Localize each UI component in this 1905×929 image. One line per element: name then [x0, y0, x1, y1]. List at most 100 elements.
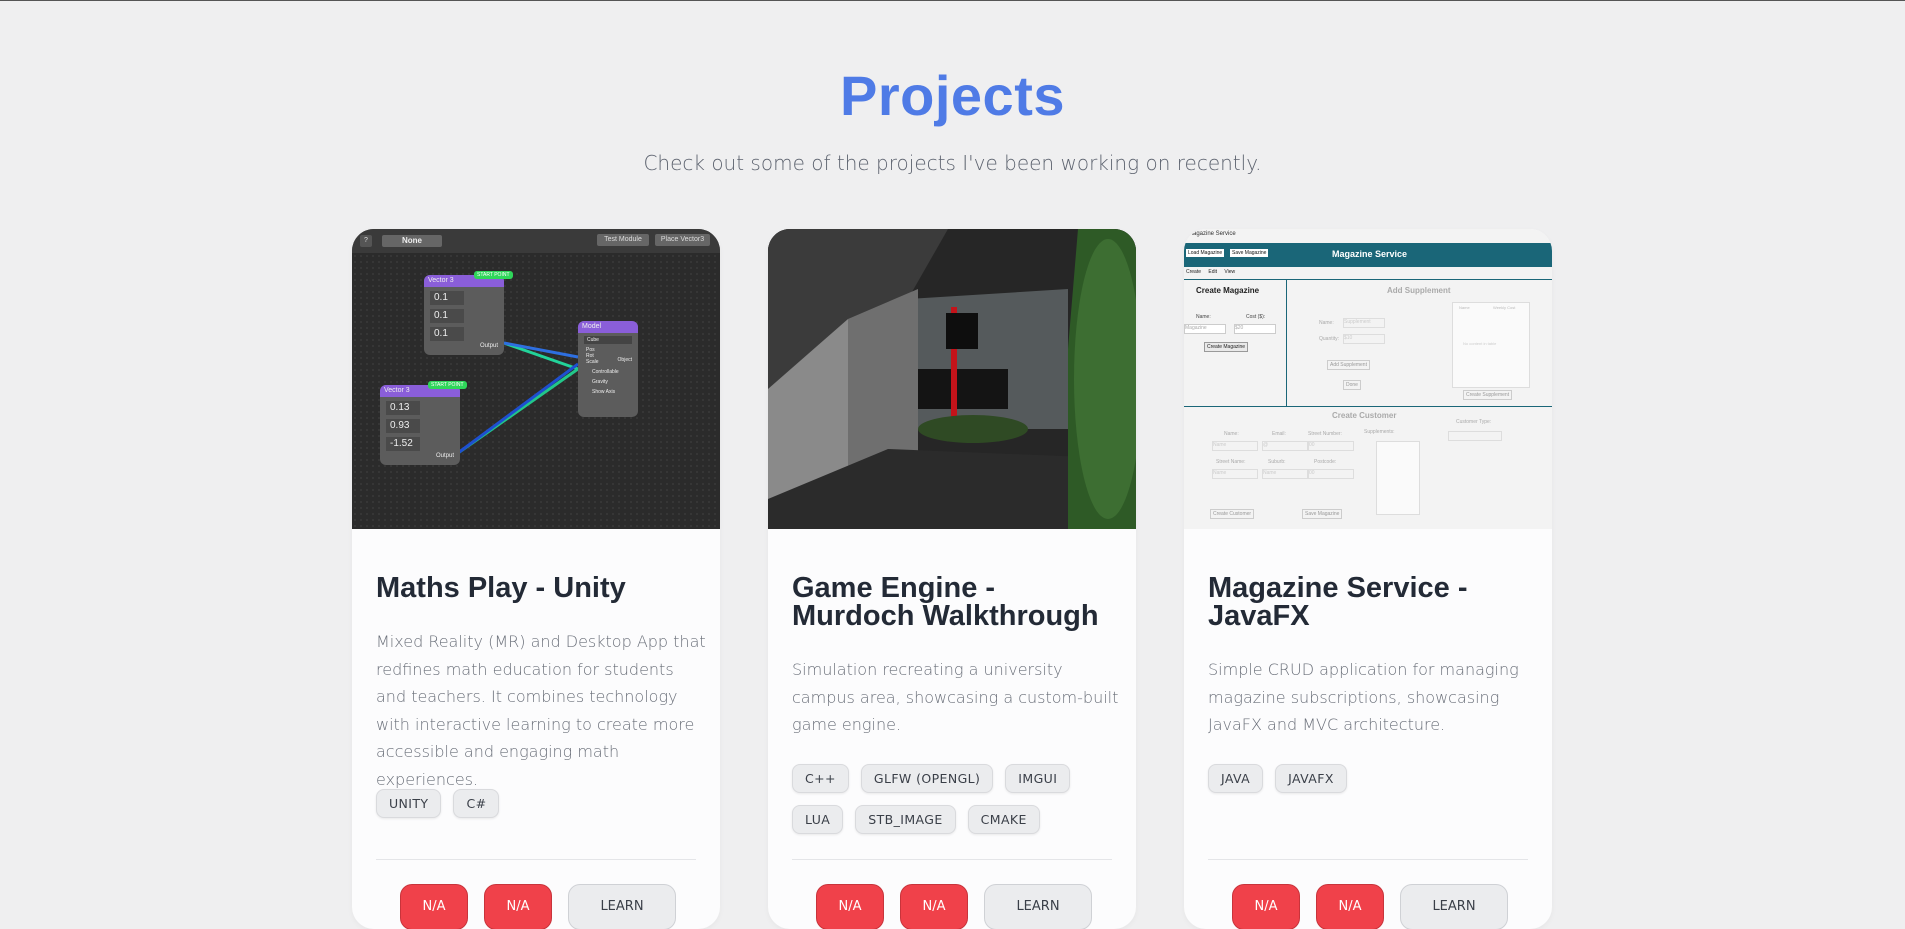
- c-street-input: 00: [1308, 441, 1354, 451]
- model-node: Model Cube Pos Rot Scale Controllable Gr…: [578, 321, 638, 417]
- model-object-label: Object: [617, 357, 632, 363]
- learn-button[interactable]: LEARN: [984, 884, 1092, 929]
- tag: JAVA: [1208, 764, 1264, 793]
- project-card-game-engine: Game Engine - Murdoch Walkthrough Simula…: [768, 229, 1136, 929]
- start-point-badge: START POINT: [474, 271, 513, 279]
- tag: C#: [453, 789, 500, 818]
- tag: LUA: [792, 805, 844, 834]
- supp-name-input: Supplement: [1343, 318, 1385, 328]
- load-button: Load Magazine: [1186, 249, 1225, 257]
- supp-qty-label: Quantity:: [1319, 336, 1340, 342]
- divider: [1208, 859, 1528, 860]
- add-supplement-button: Add Supplement: [1327, 360, 1370, 370]
- project-description: Mixed Reality (MR) and Desktop App that …: [376, 632, 706, 789]
- divider: [376, 859, 696, 860]
- c-type-select: [1448, 431, 1502, 441]
- name-input: Magazine: [1184, 324, 1226, 334]
- model-select: Cube: [584, 336, 632, 344]
- supplement-table: Name Weekly Cost No content in table: [1452, 302, 1530, 388]
- project-title: Magazine Service - JavaFX: [1208, 572, 1468, 632]
- model-check: Show Axis: [592, 389, 616, 395]
- node-value: 0.1: [430, 309, 464, 323]
- tab-create: Create: [1186, 269, 1202, 275]
- node-title: Model: [578, 321, 638, 333]
- project-thumbnail: ? None Test Module Place Vector3 Vector …: [352, 229, 720, 529]
- node-value: 0.1: [430, 291, 464, 305]
- save-button: Save Magazine: [1230, 249, 1269, 257]
- learn-button[interactable]: LEARN: [568, 884, 676, 929]
- c-supps-list: [1376, 441, 1420, 515]
- name-label: Name:: [1196, 314, 1211, 320]
- panel-title: Add Supplement: [1387, 286, 1451, 295]
- tag: UNITY: [376, 789, 442, 818]
- tag: STB_IMAGE: [855, 805, 956, 834]
- col-cost: Weekly Cost: [1493, 305, 1516, 310]
- node-value: -1.52: [386, 437, 420, 451]
- model-check: Gravity: [592, 379, 608, 385]
- empty-table: No content in table: [1463, 341, 1497, 346]
- project-title: Maths Play - Unity: [376, 572, 626, 604]
- app-header: Load Magazine Save Magazine Magazine Ser…: [1184, 243, 1552, 267]
- tab-bar: Create Edit View: [1184, 269, 1235, 275]
- node-output-label: Output: [435, 453, 454, 459]
- tab-view: View: [1224, 269, 1236, 275]
- c-sname-input: Name: [1212, 469, 1258, 479]
- done-button: Done: [1343, 380, 1361, 390]
- supp-name-label: Name:: [1319, 320, 1334, 326]
- scene-render: [768, 229, 1136, 529]
- action-buttons: N/A N/A LEARN: [1232, 884, 1508, 929]
- demo-button[interactable]: N/A: [1232, 884, 1300, 929]
- save-magazine-button: Save Magazine: [1302, 509, 1343, 519]
- c-name-input: Name: [1212, 441, 1258, 451]
- tag: IMGUI: [1005, 764, 1071, 793]
- project-description: Simulation recreating a university campu…: [792, 660, 1119, 734]
- app-title: Magazine Service: [1332, 249, 1408, 259]
- demo-button[interactable]: N/A: [816, 884, 884, 929]
- action-buttons: N/A N/A LEARN: [816, 884, 1092, 929]
- create-magazine-panel: Create Magazine Name: Cost ($): Magazine…: [1184, 279, 1287, 407]
- supp-qty-input: $10: [1343, 334, 1385, 344]
- c-suburb-input: Name: [1262, 469, 1308, 479]
- node-connections: [457, 341, 579, 455]
- model-check: Controllable: [592, 369, 619, 375]
- window-titlebar: Magazine Service: [1188, 231, 1236, 237]
- project-thumbnail: [768, 229, 1136, 529]
- c-postcode-input: 00: [1308, 469, 1354, 479]
- panel-title: Create Customer: [1332, 411, 1397, 420]
- start-point-badge: START POINT: [428, 381, 467, 389]
- section-subtitle: Check out some of the projects I've been…: [643, 151, 1262, 175]
- cost-input: $20: [1234, 324, 1276, 334]
- c-type-label: Customer Type:: [1456, 419, 1492, 425]
- code-button[interactable]: N/A: [900, 884, 968, 929]
- demo-button[interactable]: N/A: [400, 884, 468, 929]
- node-value: 0.13: [386, 401, 420, 415]
- vector-node-2: Vector 3 0.13 0.93 -1.52 Output: [380, 385, 460, 465]
- project-card-maths-play: ? None Test Module Place Vector3 Vector …: [352, 229, 720, 929]
- project-thumbnail: Magazine Service Load Magazine Save Maga…: [1184, 229, 1552, 529]
- tag-list: UNITY C#: [376, 789, 706, 818]
- c-supps-label: Supplements:: [1364, 429, 1395, 435]
- tag: C++: [792, 764, 849, 793]
- add-supplement-panel: Add Supplement Name: Supplement Quantity…: [1286, 279, 1552, 407]
- create-supplement-button: Create Supplement: [1463, 390, 1513, 400]
- col-name: Name: [1459, 305, 1470, 310]
- project-card-magazine-service: Magazine Service Load Magazine Save Maga…: [1184, 229, 1552, 929]
- c-email-input: @: [1262, 441, 1308, 451]
- node-value: 0.93: [386, 419, 420, 433]
- project-description: Simple CRUD application for managing mag…: [1208, 660, 1519, 734]
- create-customer-panel: Create Customer Name: Email: Street Numb…: [1184, 405, 1552, 529]
- divider: [792, 859, 1112, 860]
- c-suburb-label: Suburb:: [1268, 459, 1286, 465]
- code-button[interactable]: N/A: [484, 884, 552, 929]
- project-title: Game Engine - Murdoch Walkthrough: [792, 572, 1099, 632]
- panel-title: Create Magazine: [1196, 286, 1260, 295]
- action-buttons: N/A N/A LEARN: [400, 884, 676, 929]
- tag-list: C++ GLFW (OPENGL) IMGUI LUA STB_IMAGE CM…: [792, 764, 1122, 834]
- code-button[interactable]: N/A: [1316, 884, 1384, 929]
- vector-node-1: Vector 3 0.1 0.1 0.1 Output: [424, 275, 504, 355]
- create-magazine-button: Create Magazine: [1204, 342, 1249, 352]
- section-title: Projects: [840, 64, 1065, 127]
- connection-line: [457, 362, 579, 455]
- learn-button[interactable]: LEARN: [1400, 884, 1508, 929]
- c-name-label: Name:: [1224, 431, 1239, 437]
